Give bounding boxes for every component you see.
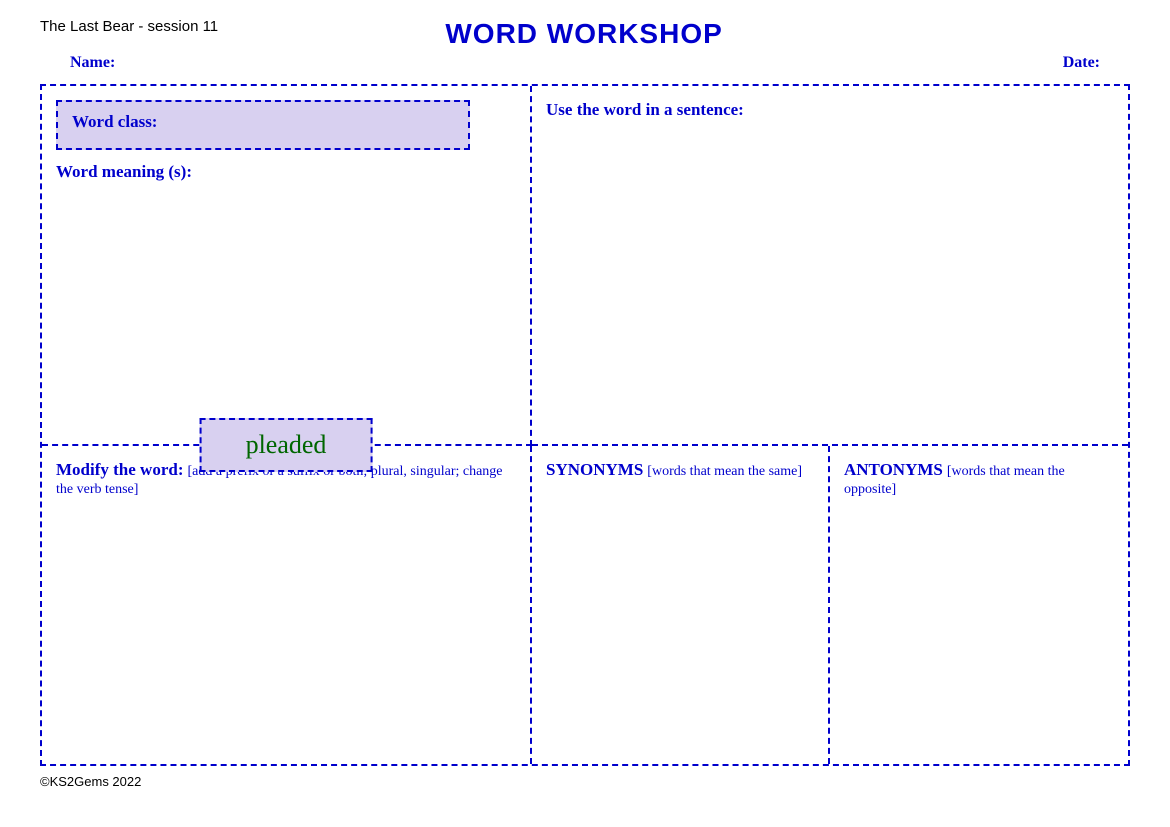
antonyms-bold-label: ANTONYMS <box>844 460 943 479</box>
page-title: WORD WORKSHOP <box>218 18 950 50</box>
bottom-left-section: Modify the word: [add a prefix or a suff… <box>42 446 532 764</box>
word-meaning-label: Word meaning (s): <box>56 162 192 181</box>
top-right-section: Use the word in a sentence: <box>532 86 1128 446</box>
use-in-sentence-label: Use the word in a sentence: <box>546 100 744 119</box>
bottom-middle-section: SYNONYMS [words that mean the same] <box>532 446 830 764</box>
modify-bold-label: Modify the word: <box>56 460 183 479</box>
copyright-label: ©KS2Gems 2022 <box>40 774 141 789</box>
word-class-box: Word class: <box>56 100 470 150</box>
synonyms-detail-label: [words that mean the same] <box>647 464 802 479</box>
word-meaning-section: Word meaning (s): <box>56 162 516 182</box>
worksheet: Word class: Word meaning (s): pleaded Us… <box>40 84 1130 766</box>
bottom-right-section: ANTONYMS [words that mean the opposite] <box>830 446 1128 764</box>
synonyms-label-row: SYNONYMS [words that mean the same] <box>546 460 814 480</box>
date-label: Date: <box>1063 54 1100 72</box>
center-word-text: pleaded <box>246 430 327 459</box>
center-word-box: pleaded <box>200 418 373 472</box>
antonyms-label-row: ANTONYMS [words that mean the opposite] <box>844 460 1114 498</box>
top-left-section: Word class: Word meaning (s): pleaded <box>42 86 532 446</box>
session-label: The Last Bear - session 11 <box>40 18 218 35</box>
synonyms-bold-label: SYNONYMS <box>546 460 643 479</box>
word-class-label: Word class: <box>72 112 157 131</box>
name-label: Name: <box>70 54 115 72</box>
